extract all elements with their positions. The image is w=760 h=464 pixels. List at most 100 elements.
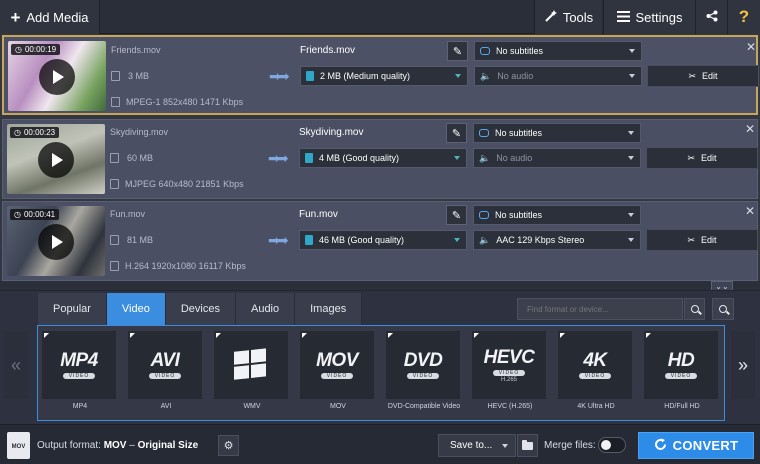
source-file-name: Skydiving.mov xyxy=(110,127,169,137)
add-media-button[interactable]: + Add Media xyxy=(0,0,100,34)
format-item-hd[interactable]: HD VIDEO HD/Full HD xyxy=(644,331,720,411)
output-settings-gear-icon[interactable]: ⚙ xyxy=(218,435,239,456)
edit-button[interactable]: ✂ Edit xyxy=(646,147,758,169)
save-to-dropdown[interactable]: Save to... xyxy=(438,434,516,457)
subtitles-dropdown[interactable]: No subtitles xyxy=(473,123,641,143)
quality-dropdown[interactable]: 4 MB (Good quality) xyxy=(299,148,467,168)
scissors-icon: ✂ xyxy=(688,70,697,81)
edit-button[interactable]: ✂ Edit xyxy=(647,65,759,87)
file-row[interactable]: ◷ 00:00:41 Fun.mov 81 MB H.264 1920x1080 … xyxy=(2,201,758,281)
open-folder-button[interactable] xyxy=(517,434,538,457)
format-item-4k[interactable]: 4K VIDEO 4K Ultra HD xyxy=(558,331,634,411)
tools-button[interactable]: Tools xyxy=(534,0,602,34)
output-file-name[interactable]: Fun.mov xyxy=(299,209,338,220)
file-row[interactable]: ◷ 00:00:23 Skydiving.mov 60 MB MJPEG 640x… xyxy=(2,119,758,199)
output-file-name[interactable]: Friends.mov xyxy=(300,45,355,56)
remove-file-close-icon[interactable]: ✕ xyxy=(745,122,755,136)
subtitles-dropdown[interactable]: No subtitles xyxy=(474,41,642,61)
source-file-meta: MPEG-1 852x480 1471 Kbps xyxy=(111,97,243,107)
subtitles-dropdown[interactable]: No subtitles xyxy=(473,205,641,225)
scroll-left-chevron-icon[interactable]: « xyxy=(4,331,28,399)
file-row[interactable]: ◷ 00:00:19 Friends.mov 3 MB MPEG-1 852x48… xyxy=(2,35,759,115)
format-item-avi[interactable]: AVI VIDEO AVI xyxy=(128,331,204,411)
detect-device-button[interactable] xyxy=(712,298,734,320)
format-search-input[interactable] xyxy=(517,298,683,320)
quality-dropdown[interactable]: 2 MB (Medium quality) xyxy=(300,66,468,86)
format-item-wmv[interactable]: WMV xyxy=(214,331,290,411)
play-button[interactable] xyxy=(38,142,74,178)
chevron-down-icon xyxy=(454,156,460,160)
output-file-icon xyxy=(306,71,314,81)
video-thumbnail[interactable]: ◷ 00:00:41 xyxy=(7,206,105,276)
subtitles-icon xyxy=(480,47,490,55)
scroll-right-chevron-icon[interactable]: » xyxy=(731,331,755,399)
source-file-meta: H.264 1920x1080 16117 Kbps xyxy=(110,261,246,271)
output-file-name[interactable]: Skydiving.mov xyxy=(299,127,363,138)
magic-wand-icon xyxy=(544,9,558,26)
edit-button[interactable]: ✂ Edit xyxy=(646,229,758,251)
video-file-icon xyxy=(111,97,120,107)
quality-dropdown[interactable]: 46 MB (Good quality) xyxy=(299,230,467,250)
chevron-down-icon xyxy=(502,444,508,448)
remove-file-close-icon[interactable]: ✕ xyxy=(746,40,756,54)
scissors-icon: ✂ xyxy=(687,234,696,245)
chevron-down-icon xyxy=(628,213,634,217)
mp4-icon: MP4 VIDEO xyxy=(42,331,116,399)
device-search-icon xyxy=(719,305,727,313)
subtitles-icon xyxy=(479,129,489,137)
format-label: MOV xyxy=(330,403,346,410)
format-label: WMV xyxy=(243,403,261,410)
windows-logo-icon xyxy=(214,331,288,399)
format-gallery: MP4 VIDEO MP4 AVI VIDEO AVI WMV MOV VIDEO M… xyxy=(37,325,725,421)
video-thumbnail[interactable]: ◷ 00:00:19 xyxy=(8,41,106,111)
duration-badge: ◷ 00:00:23 xyxy=(10,127,60,138)
speaker-icon: 🔈 xyxy=(479,234,491,245)
duration-badge: ◷ 00:00:41 xyxy=(10,209,60,220)
tab-audio[interactable]: Audio xyxy=(235,293,296,325)
help-button[interactable]: ? xyxy=(727,0,760,34)
rename-pencil-icon[interactable]: ✎ xyxy=(446,123,467,143)
format-item-mp4[interactable]: MP4 VIDEO MP4 xyxy=(42,331,118,411)
format-label: HD/Full HD xyxy=(664,403,700,410)
play-button[interactable] xyxy=(39,59,75,95)
output-file-icon xyxy=(305,235,313,245)
tab-popular[interactable]: Popular xyxy=(38,293,107,325)
folder-icon xyxy=(522,439,533,450)
scissors-icon: ✂ xyxy=(687,152,696,163)
chevron-down-icon xyxy=(628,131,634,135)
tab-video[interactable]: Video xyxy=(106,293,166,325)
convert-button[interactable]: CONVERT xyxy=(638,432,754,459)
format-label: MP4 xyxy=(72,403,88,410)
source-file-size: 60 MB xyxy=(110,153,153,163)
audio-dropdown[interactable]: 🔈 No audio xyxy=(473,148,641,168)
avi-icon: AVI VIDEO xyxy=(128,331,202,399)
top-toolbar: + Add Media Tools Settings ? xyxy=(0,0,760,34)
audio-dropdown[interactable]: 🔈 No audio xyxy=(474,66,642,86)
merge-files-toggle[interactable] xyxy=(598,437,626,453)
speaker-icon: 🔈 xyxy=(479,152,491,163)
search-icon xyxy=(690,305,699,313)
format-item-mov[interactable]: MOV VIDEO MOV xyxy=(300,331,376,411)
rename-pencil-icon[interactable]: ✎ xyxy=(447,41,468,61)
source-file-size: 81 MB xyxy=(110,235,153,245)
format-item-dvd[interactable]: DVD VIDEO DVD-Compatible Video xyxy=(386,331,462,411)
share-button[interactable] xyxy=(695,0,727,34)
chevron-down-icon xyxy=(629,74,635,78)
format-label: AVI xyxy=(160,403,172,410)
file-icon xyxy=(111,71,120,81)
chevron-down-icon xyxy=(629,49,635,53)
remove-file-close-icon[interactable]: ✕ xyxy=(745,204,755,218)
bottom-bar: MOV Output format: MOV – Original Size ⚙… xyxy=(0,424,760,464)
share-icon xyxy=(706,10,718,25)
rename-pencil-icon[interactable]: ✎ xyxy=(446,205,467,225)
tab-images[interactable]: Images xyxy=(295,293,363,325)
format-item-hevc[interactable]: HEVC VIDEO H.265 HEVC (H.265) xyxy=(472,331,548,411)
clock-icon: ◷ xyxy=(14,128,21,137)
play-button[interactable] xyxy=(38,224,74,260)
search-button[interactable] xyxy=(684,298,705,320)
settings-button[interactable]: Settings xyxy=(603,0,695,34)
audio-dropdown[interactable]: 🔈 AAC 129 Kbps Stereo xyxy=(473,230,641,250)
tab-devices[interactable]: Devices xyxy=(165,293,236,325)
source-file-name: Fun.mov xyxy=(110,209,146,219)
video-thumbnail[interactable]: ◷ 00:00:23 xyxy=(7,124,105,194)
